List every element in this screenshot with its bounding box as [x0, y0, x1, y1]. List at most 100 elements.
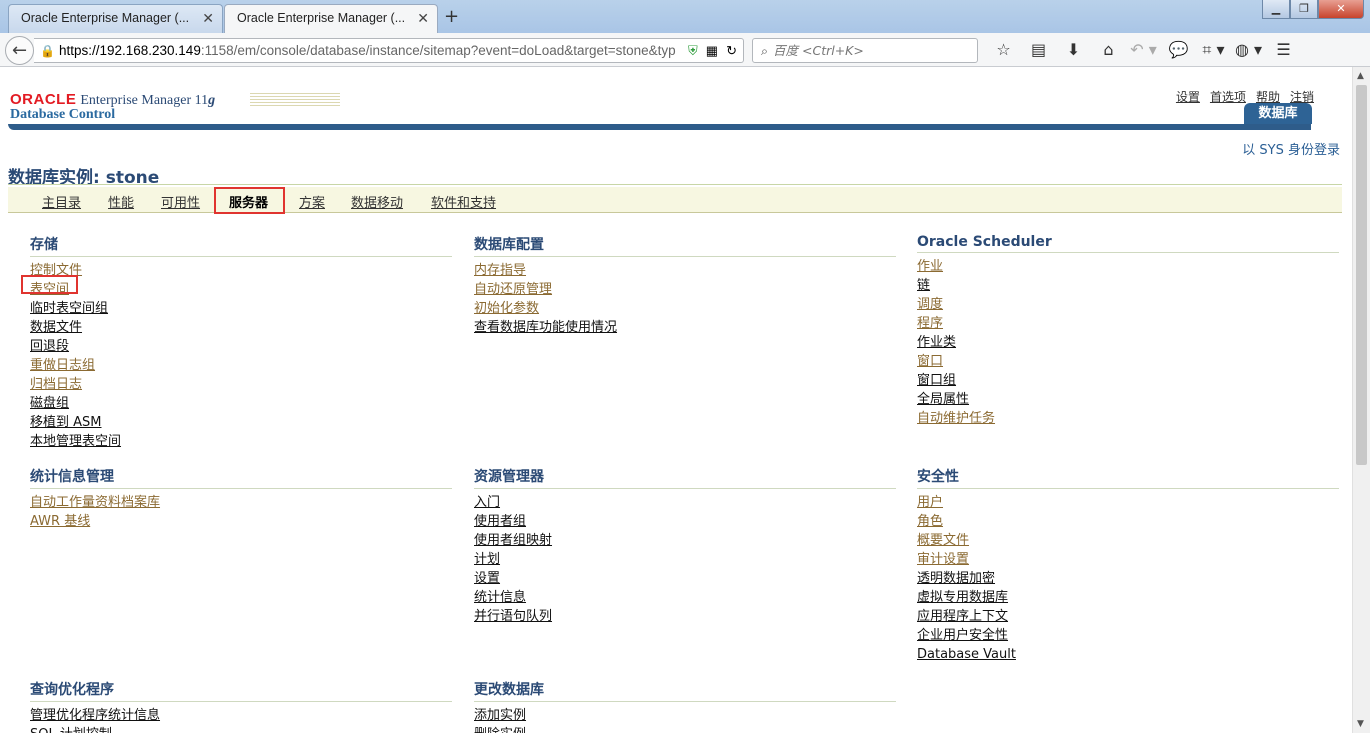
download-icon[interactable]: ⬇: [1056, 37, 1091, 63]
nav-link[interactable]: AWR 基线: [30, 512, 452, 531]
section-title: 查询优化程序: [30, 679, 452, 702]
url-host: https://192.168.230.149: [58, 43, 201, 58]
settings-link[interactable]: 设置: [1176, 90, 1200, 104]
nav-link[interactable]: 应用程序上下文: [917, 607, 1339, 626]
tab-data-movement[interactable]: 数据移动: [351, 192, 403, 211]
nav-link[interactable]: 概要文件: [917, 531, 1339, 550]
nav-link[interactable]: 企业用户安全性: [917, 626, 1339, 645]
reading-list-icon[interactable]: ▤: [1021, 37, 1056, 63]
nav-link[interactable]: 查看数据库功能使用情况: [474, 318, 896, 337]
tablespace-highlight: [21, 275, 78, 294]
nav-link[interactable]: 添加实例: [474, 706, 896, 725]
back-arrow-icon[interactable]: ←: [5, 36, 34, 65]
nav-link[interactable]: 管理优化程序统计信息: [30, 706, 452, 725]
nav-link[interactable]: 设置: [474, 569, 896, 588]
section-title: Oracle Scheduler: [917, 234, 1339, 253]
navigation-bar: ← 🔒 https://192.168.230.149:1158/em/conso…: [0, 33, 1370, 67]
section-resource-manager: 资源管理器 入门 使用者组 使用者组映射 计划 设置 统计信息 并行语句队列: [474, 466, 896, 626]
browser-tab-2[interactable]: Oracle Enterprise Manager (... ✕: [224, 4, 438, 33]
new-tab-icon[interactable]: +: [444, 6, 459, 27]
nav-link[interactable]: 窗口组: [917, 371, 1339, 390]
nav-link[interactable]: 归档日志: [30, 375, 452, 394]
nav-link[interactable]: 作业类: [917, 333, 1339, 352]
nav-link[interactable]: 调度: [917, 295, 1339, 314]
close-window-icon[interactable]: ✕: [1318, 0, 1364, 19]
nav-link[interactable]: 窗口: [917, 352, 1339, 371]
login-status: 以 SYS 身份登录: [1242, 143, 1340, 158]
header-divider: [8, 124, 1311, 130]
database-tab[interactable]: 数据库: [1244, 103, 1312, 124]
nav-link[interactable]: 链: [917, 276, 1339, 295]
nav-link[interactable]: 移植到 ASM: [30, 413, 452, 432]
search-icon: ⌕: [761, 43, 769, 58]
nav-link[interactable]: 本地管理表空间: [30, 432, 452, 451]
nav-link[interactable]: 自动还原管理: [474, 280, 896, 299]
nav-link[interactable]: 重做日志组: [30, 356, 452, 375]
tab-title: Oracle Enterprise Manager (...: [237, 11, 406, 25]
nav-link[interactable]: 并行语句队列: [474, 607, 896, 626]
nav-link[interactable]: 删除实例: [474, 725, 896, 733]
nav-link[interactable]: 自动维护任务: [917, 409, 1339, 428]
tab-home[interactable]: 主目录: [42, 192, 81, 211]
tab-schema[interactable]: 方案: [299, 192, 325, 211]
nav-link[interactable]: 虚拟专用数据库: [917, 588, 1339, 607]
undo-icon[interactable]: ↶ ▾: [1126, 37, 1161, 63]
chat-icon[interactable]: 💬: [1161, 37, 1196, 63]
menu-icon[interactable]: ☰: [1266, 37, 1301, 63]
tab-availability[interactable]: 可用性: [161, 192, 200, 211]
url-bar[interactable]: 🔒 https://192.168.230.149:1158/em/console…: [34, 38, 744, 63]
reload-icon[interactable]: ↻: [726, 39, 737, 62]
logo-decoration: [250, 92, 340, 106]
nav-link[interactable]: 使用者组: [474, 512, 896, 531]
nav-link[interactable]: 用户: [917, 493, 1339, 512]
nav-link[interactable]: 全局属性: [917, 390, 1339, 409]
search-input[interactable]: ⌕ 百度 <Ctrl+K>: [752, 38, 978, 63]
nav-link[interactable]: 统计信息: [474, 588, 896, 607]
close-tab-icon[interactable]: ✕: [417, 10, 429, 27]
logout-link[interactable]: 注销: [1290, 90, 1314, 104]
nav-link[interactable]: 角色: [917, 512, 1339, 531]
nav-link[interactable]: 自动工作量资料档案库: [30, 493, 452, 512]
bookmark-star-icon[interactable]: ☆: [986, 37, 1021, 63]
preferences-link[interactable]: 首选项: [1210, 90, 1246, 104]
maximize-icon[interactable]: ❐: [1290, 0, 1318, 19]
section-query-optimizer: 查询优化程序 管理优化程序统计信息SQL 计划控制: [30, 679, 452, 733]
nav-link[interactable]: 数据文件: [30, 318, 452, 337]
nav-link[interactable]: 控制文件: [30, 261, 452, 280]
nav-link[interactable]: 临时表空间组: [30, 299, 452, 318]
nav-link[interactable]: 磁盘组: [30, 394, 452, 413]
nav-link[interactable]: 初始化参数: [474, 299, 896, 318]
url-path: :1158/em/console/database/instance/sitem…: [200, 43, 676, 58]
qr-code-icon[interactable]: ▦: [706, 39, 718, 62]
tab-software-support[interactable]: 软件和支持: [431, 192, 496, 211]
oracle-logo: ORACLE: [10, 91, 77, 108]
nav-link[interactable]: 透明数据加密: [917, 569, 1339, 588]
nav-link[interactable]: 回退段: [30, 337, 452, 356]
scrollbar-thumb[interactable]: [1356, 85, 1367, 465]
vertical-scrollbar[interactable]: ▲ ▼: [1352, 67, 1370, 733]
close-tab-icon[interactable]: ✕: [202, 10, 214, 27]
nav-link[interactable]: 审计设置: [917, 550, 1339, 569]
minimize-icon[interactable]: ▁: [1262, 0, 1290, 19]
search-placeholder: 百度 <Ctrl+K>: [773, 43, 864, 58]
nav-link[interactable]: 内存指导: [474, 261, 896, 280]
nav-link[interactable]: 作业: [917, 257, 1339, 276]
scroll-down-icon[interactable]: ▼: [1357, 719, 1364, 729]
scroll-up-icon[interactable]: ▲: [1357, 71, 1364, 81]
globe-icon[interactable]: ◍ ▾: [1231, 37, 1266, 63]
help-link[interactable]: 帮助: [1256, 90, 1280, 104]
home-icon[interactable]: ⌂: [1091, 37, 1126, 63]
nav-link[interactable]: 使用者组映射: [474, 531, 896, 550]
nav-link[interactable]: SQL 计划控制: [30, 725, 452, 733]
nav-link[interactable]: 程序: [917, 314, 1339, 333]
nav-link[interactable]: Database Vault: [917, 645, 1339, 664]
screenshot-icon[interactable]: ⌗ ▾: [1196, 37, 1231, 63]
tab-performance[interactable]: 性能: [108, 192, 134, 211]
shield-icon[interactable]: ⛨: [688, 39, 698, 62]
toolbar-icons: ☆ ▤ ⬇ ⌂ ↶ ▾ 💬 ⌗ ▾ ◍ ▾ ☰: [986, 37, 1301, 63]
nav-link[interactable]: 计划: [474, 550, 896, 569]
nav-link[interactable]: 入门: [474, 493, 896, 512]
product-name: Enterprise Manager 11g: [80, 93, 216, 108]
browser-tab-1[interactable]: Oracle Enterprise Manager (... ✕: [8, 4, 223, 33]
nav-link[interactable]: 表空间: [30, 280, 452, 299]
